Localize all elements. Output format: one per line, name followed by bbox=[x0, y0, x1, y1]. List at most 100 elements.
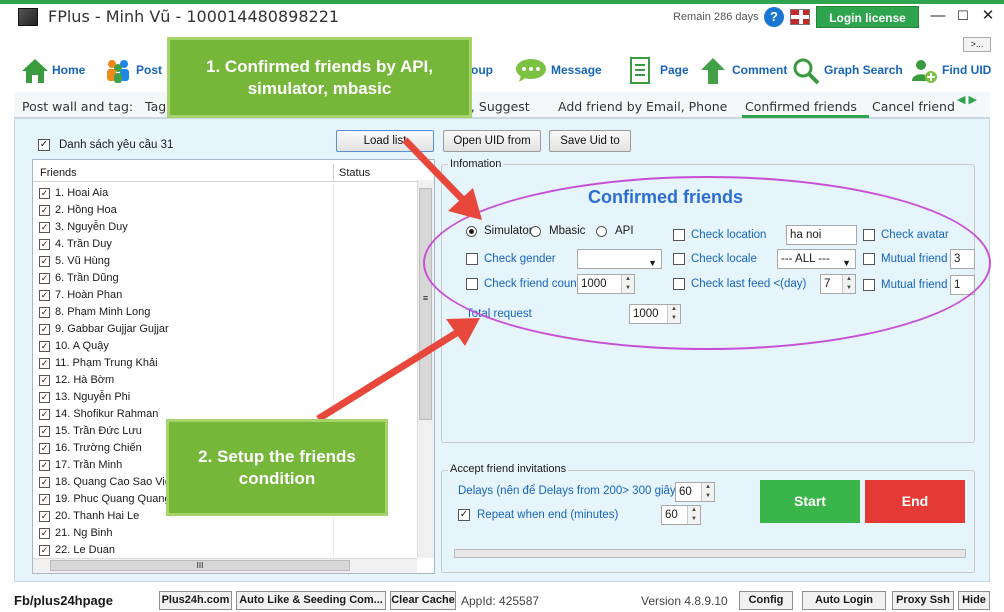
friend-name: 12. Hà Bờm bbox=[55, 374, 115, 386]
status-cell bbox=[333, 338, 334, 355]
friend-checkbox[interactable]: ✓ bbox=[39, 528, 50, 539]
friend-checkbox[interactable]: ✓ bbox=[39, 239, 50, 250]
toolbar-group-label: oup bbox=[471, 63, 493, 77]
status-cell bbox=[333, 270, 334, 287]
friend-name: 1. Hoai Aia bbox=[55, 187, 109, 199]
horizontal-scroll-thumb[interactable]: III bbox=[50, 560, 350, 571]
list-item[interactable]: ✓ 4. Trần Duy bbox=[33, 236, 417, 253]
friend-checkbox[interactable]: ✓ bbox=[39, 511, 50, 522]
friend-checkbox[interactable]: ✓ bbox=[39, 460, 50, 471]
maximize-icon[interactable]: ☐ bbox=[951, 6, 975, 26]
friend-checkbox[interactable]: ✓ bbox=[39, 358, 50, 369]
delays-stepper[interactable]: 60 ▲ ▼ bbox=[675, 482, 715, 502]
tab-tag[interactable]: Tag bbox=[145, 99, 166, 114]
config-button[interactable]: Config bbox=[739, 591, 793, 610]
select-all-checkbox[interactable]: ✓ bbox=[38, 139, 50, 151]
accept-invitations-legend: Accept friend invitations bbox=[448, 463, 569, 475]
friend-name: 3. Nguyễn Duy bbox=[55, 221, 128, 233]
plus24h-button[interactable]: Plus24h.com bbox=[159, 591, 232, 610]
list-item[interactable]: ✓ 9. Gabbar Gujjar Gujjar bbox=[33, 321, 417, 338]
toolbar-post-button[interactable]: Post bbox=[104, 56, 162, 84]
load-list-button[interactable]: Load list bbox=[336, 130, 434, 152]
toolbar-graph-search-button[interactable]: Graph Search bbox=[792, 56, 903, 85]
end-button[interactable]: End bbox=[865, 480, 965, 523]
friend-checkbox[interactable]: ✓ bbox=[39, 426, 50, 437]
more-button[interactable]: >... bbox=[963, 37, 991, 52]
friend-checkbox[interactable]: ✓ bbox=[39, 205, 50, 216]
friend-checkbox[interactable]: ✓ bbox=[39, 341, 50, 352]
tab-scroll-arrows[interactable]: ◀ ▶ bbox=[957, 93, 977, 106]
friend-checkbox[interactable]: ✓ bbox=[39, 477, 50, 488]
hide-button[interactable]: Hide bbox=[958, 591, 990, 610]
clear-cache-button[interactable]: Clear Cache bbox=[390, 591, 456, 610]
friend-name: 2. Hồng Hoa bbox=[55, 204, 117, 216]
friend-checkbox[interactable]: ✓ bbox=[39, 188, 50, 199]
toolbar-home-button[interactable]: Home bbox=[20, 56, 85, 84]
auto-login-button[interactable]: Auto Login bbox=[802, 591, 886, 610]
fanpage-link[interactable]: Fb/plus24hpage bbox=[14, 593, 113, 608]
friend-checkbox[interactable]: ✓ bbox=[39, 307, 50, 318]
friend-checkbox[interactable]: ✓ bbox=[39, 392, 50, 403]
tab-add-friend-email[interactable]: Add friend by Email, Phone bbox=[558, 99, 727, 114]
column-header-friends[interactable]: Friends bbox=[40, 167, 77, 179]
friend-checkbox[interactable]: ✓ bbox=[39, 443, 50, 454]
app-icon bbox=[18, 8, 38, 26]
list-item[interactable]: ✓ 10. A Quậy bbox=[33, 338, 417, 355]
friend-checkbox[interactable]: ✓ bbox=[39, 409, 50, 420]
vertical-scroll-thumb[interactable]: ≡ bbox=[419, 188, 432, 420]
stepper-arrows-icon[interactable]: ▲ ▼ bbox=[701, 483, 714, 501]
repeat-stepper[interactable]: 60 ▲ ▼ bbox=[661, 505, 701, 525]
list-item[interactable]: ✓ 5. Vũ Hùng bbox=[33, 253, 417, 270]
add-user-icon bbox=[910, 57, 938, 83]
column-divider bbox=[333, 164, 334, 182]
toolbar-group-button[interactable]: oup bbox=[471, 56, 493, 84]
friend-checkbox[interactable]: ✓ bbox=[39, 273, 50, 284]
column-header-status[interactable]: Status bbox=[339, 167, 370, 179]
list-item[interactable]: ✓ 13. Nguyễn Phi bbox=[33, 389, 417, 406]
auto-like-button[interactable]: Auto Like & Seeding Com... bbox=[236, 591, 386, 610]
stepper-arrows-icon[interactable]: ▲ ▼ bbox=[687, 506, 700, 524]
tab-post-wall[interactable]: Post wall and tag: bbox=[22, 99, 133, 114]
tab-confirmed-friends[interactable]: Confirmed friends bbox=[745, 99, 857, 114]
friend-name: 11. Phạm Trung Khải bbox=[55, 357, 158, 369]
list-item[interactable]: ✓ 3. Nguyễn Duy bbox=[33, 219, 417, 236]
friend-checkbox[interactable]: ✓ bbox=[39, 256, 50, 267]
proxy-ssh-button[interactable]: Proxy Ssh bbox=[892, 591, 954, 610]
list-item[interactable]: ✓ 8. Phạm Minh Long bbox=[33, 304, 417, 321]
status-cell bbox=[333, 185, 334, 202]
list-item[interactable]: ✓ 2. Hồng Hoa bbox=[33, 202, 417, 219]
list-item[interactable]: ✓ 6. Trần Dũng bbox=[33, 270, 417, 287]
save-uid-button[interactable]: Save Uid to bbox=[549, 130, 631, 152]
toolbar-post-label: Post bbox=[136, 63, 163, 77]
close-icon[interactable]: ✕ bbox=[976, 6, 1000, 26]
friend-checkbox[interactable]: ✓ bbox=[39, 545, 50, 556]
toolbar-message-button[interactable]: Message bbox=[515, 56, 602, 84]
list-item[interactable]: ✓ 7. Hoàn Phan bbox=[33, 287, 417, 304]
list-item[interactable]: ✓ 22. Le Duan bbox=[33, 542, 417, 559]
toolbar-comment-button[interactable]: Comment bbox=[700, 56, 787, 84]
open-uid-button[interactable]: Open UID from bbox=[443, 130, 541, 152]
tab-cancel-friend[interactable]: Cancel friend bbox=[872, 99, 955, 114]
friend-checkbox[interactable]: ✓ bbox=[39, 222, 50, 233]
people-icon bbox=[104, 57, 132, 83]
minimize-icon[interactable]: — bbox=[926, 6, 950, 26]
friend-checkbox[interactable]: ✓ bbox=[39, 324, 50, 335]
status-cell bbox=[333, 321, 334, 338]
start-button[interactable]: Start bbox=[760, 480, 860, 523]
tab-suggest[interactable]: d, Suggest bbox=[463, 99, 530, 114]
friend-checkbox[interactable]: ✓ bbox=[39, 375, 50, 386]
repeat-checkbox[interactable]: ✓ bbox=[458, 509, 470, 521]
friend-checkbox[interactable]: ✓ bbox=[39, 494, 50, 505]
toolbar-find-uid-button[interactable]: Find UID bbox=[910, 56, 991, 84]
status-cell bbox=[333, 355, 334, 372]
toolbar-page-button[interactable]: Page bbox=[628, 56, 689, 84]
list-item[interactable]: ✓ 11. Phạm Trung Khải bbox=[33, 355, 417, 372]
help-icon[interactable]: ? bbox=[764, 7, 784, 27]
friend-name: 7. Hoàn Phan bbox=[55, 289, 123, 301]
login-license-button[interactable]: Login license bbox=[816, 6, 919, 28]
list-item[interactable]: ✓ 21. Ng Binh bbox=[33, 525, 417, 542]
list-item[interactable]: ✓ 1. Hoai Aia bbox=[33, 185, 417, 202]
list-item[interactable]: ✓ 12. Hà Bờm bbox=[33, 372, 417, 389]
friend-checkbox[interactable]: ✓ bbox=[39, 290, 50, 301]
uk-flag-icon[interactable] bbox=[790, 9, 810, 25]
